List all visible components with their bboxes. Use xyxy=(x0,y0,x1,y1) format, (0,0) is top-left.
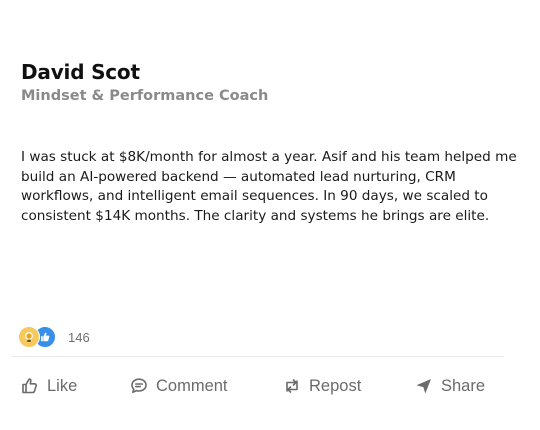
post-actions-bar: Like Comment Repost Share xyxy=(0,368,540,404)
divider xyxy=(12,356,504,357)
reaction-count[interactable]: 146 xyxy=(68,330,90,345)
insightful-reaction-icon xyxy=(18,326,40,348)
repost-button[interactable]: Repost xyxy=(282,368,361,404)
comment-icon xyxy=(129,376,149,396)
comment-label: Comment xyxy=(156,376,228,395)
share-label: Share xyxy=(441,376,486,395)
thumbs-up-icon xyxy=(20,376,40,396)
post-body-text: I was stuck at $8K/month for almost a ye… xyxy=(21,149,517,224)
share-button[interactable]: Share xyxy=(414,368,485,404)
repost-icon xyxy=(282,376,302,396)
send-icon xyxy=(414,376,434,396)
repost-label: Repost xyxy=(309,376,362,395)
comment-button[interactable]: Comment xyxy=(129,368,228,404)
like-label: Like xyxy=(47,376,78,395)
author-headline: Mindset & Performance Coach xyxy=(21,88,269,104)
author-name[interactable]: David Scot xyxy=(21,60,140,84)
like-button[interactable]: Like xyxy=(20,368,77,404)
post-card: David Scot Mindset & Performance Coach I… xyxy=(0,0,540,430)
